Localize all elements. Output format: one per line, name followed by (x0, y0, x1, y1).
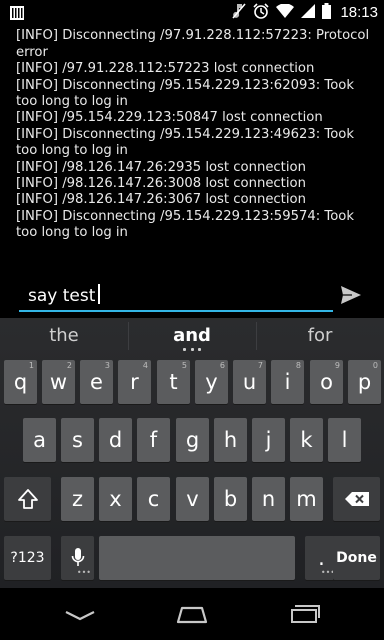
key-k[interactable]: k (290, 418, 323, 462)
key-label: r (130, 370, 139, 394)
command-input[interactable]: say test (19, 282, 333, 312)
key-hint: 6 (219, 361, 225, 370)
recent-apps-icon (291, 605, 320, 623)
key-hint: 2 (66, 361, 72, 370)
key-c[interactable]: c (137, 477, 170, 521)
delete-key[interactable] (333, 477, 380, 521)
signal-icon (301, 3, 316, 22)
key-label: p (357, 370, 372, 394)
key-hint: 7 (257, 361, 263, 370)
soft-keyboard: the and for q1 w2 e3 r4 t5 y6 u7 i8 o9 p… (0, 318, 384, 588)
log-line: [INFO] Disconnecting /95.154.229.123:595… (16, 208, 354, 241)
key-a[interactable]: a (23, 418, 56, 462)
key-u[interactable]: u7 (233, 360, 266, 404)
key-hint: 9 (334, 361, 340, 370)
backspace-icon (344, 492, 369, 506)
log-line: [INFO] Disconnecting /95.154.229.123:496… (16, 126, 354, 159)
key-m[interactable]: m (290, 477, 323, 521)
key-hint: 4 (142, 361, 148, 370)
wifi-icon (276, 3, 295, 22)
key-label: o (320, 370, 333, 394)
key-i[interactable]: i8 (271, 360, 304, 404)
key-x[interactable]: x (99, 477, 132, 521)
home-button[interactable] (172, 602, 212, 626)
log-line: [INFO] Disconnecting /95.154.229.123:620… (16, 77, 354, 110)
more-suggestions-indicator (183, 348, 201, 352)
microphone-icon (71, 548, 84, 566)
shift-key[interactable] (4, 477, 51, 521)
key-f[interactable]: f (137, 418, 170, 462)
recent-apps-button[interactable] (284, 602, 324, 626)
key-label: y (205, 370, 218, 394)
battery-icon (322, 2, 332, 23)
key-y[interactable]: y6 (195, 360, 228, 404)
command-input-value: say test (28, 286, 96, 306)
voice-input-key[interactable]: ••• (61, 536, 94, 580)
back-icon (65, 611, 95, 621)
command-input-row: say test (0, 274, 384, 318)
key-l[interactable]: l (328, 418, 361, 462)
home-icon (176, 606, 208, 624)
done-key[interactable]: Done (333, 536, 380, 580)
more-options-dots: ••• (76, 568, 91, 577)
key-label: t (169, 370, 178, 394)
key-g[interactable]: g (176, 418, 209, 462)
key-label: e (90, 370, 103, 394)
key-r[interactable]: r4 (118, 360, 151, 404)
log-line: [INFO] /98.126.147.26:2935 lost connecti… (16, 159, 306, 175)
suggestion-for[interactable]: for (256, 318, 384, 354)
key-z[interactable]: z (61, 477, 94, 521)
key-w[interactable]: w2 (42, 360, 75, 404)
suggestion-strip: the and for (0, 318, 384, 354)
key-v[interactable]: v (176, 477, 209, 521)
status-bar: 18:13 (0, 0, 384, 25)
send-icon (341, 286, 361, 304)
key-e[interactable]: e3 (80, 360, 113, 404)
log-line: [INFO] Disconnecting /97.91.228.112:5722… (16, 28, 370, 60)
text-cursor (98, 284, 100, 304)
key-hint: 0 (372, 361, 378, 370)
key-d[interactable]: d (99, 418, 132, 462)
key-h[interactable]: h (214, 418, 247, 462)
status-time: 18:13 (340, 4, 378, 21)
key-hint: 3 (104, 361, 110, 370)
key-label: i (284, 370, 291, 394)
symbols-key[interactable]: ?123 (4, 536, 51, 580)
log-line: [INFO] /95.154.229.123:50847 lost connec… (16, 110, 323, 126)
key-hint: 5 (181, 361, 187, 370)
key-s[interactable]: s (61, 418, 94, 462)
key-hint: 8 (295, 361, 301, 370)
notification-icon (10, 5, 24, 24)
key-label: q (13, 370, 28, 394)
key-p[interactable]: p0 (348, 360, 381, 404)
shift-icon (17, 489, 38, 509)
back-button[interactable] (60, 602, 100, 626)
send-button[interactable] (340, 284, 364, 308)
key-label: u (242, 370, 257, 394)
key-b[interactable]: b (214, 477, 247, 521)
key-q[interactable]: q1 (4, 360, 37, 404)
key-o[interactable]: o9 (310, 360, 343, 404)
log-line: [INFO] /97.91.228.112:57223 lost connect… (16, 61, 315, 77)
log-line: [INFO] /98.126.147.26:3008 lost connecti… (16, 176, 306, 192)
key-label: . (318, 546, 325, 570)
key-hint: 1 (28, 361, 34, 370)
log-line: [INFO] /98.126.147.26:3067 lost connecti… (16, 192, 306, 208)
navigation-bar (0, 588, 384, 640)
alarm-icon (253, 2, 270, 23)
console-log[interactable]: [INFO] /74.47.252.132:49971 lost connect… (0, 12, 384, 274)
key-t[interactable]: t5 (157, 360, 190, 404)
key-n[interactable]: n (252, 477, 285, 521)
suggestion-the[interactable]: the (0, 318, 128, 354)
space-bar[interactable] (99, 536, 295, 580)
mute-icon (232, 2, 247, 23)
key-j[interactable]: j (252, 418, 285, 462)
key-label: w (49, 370, 68, 394)
